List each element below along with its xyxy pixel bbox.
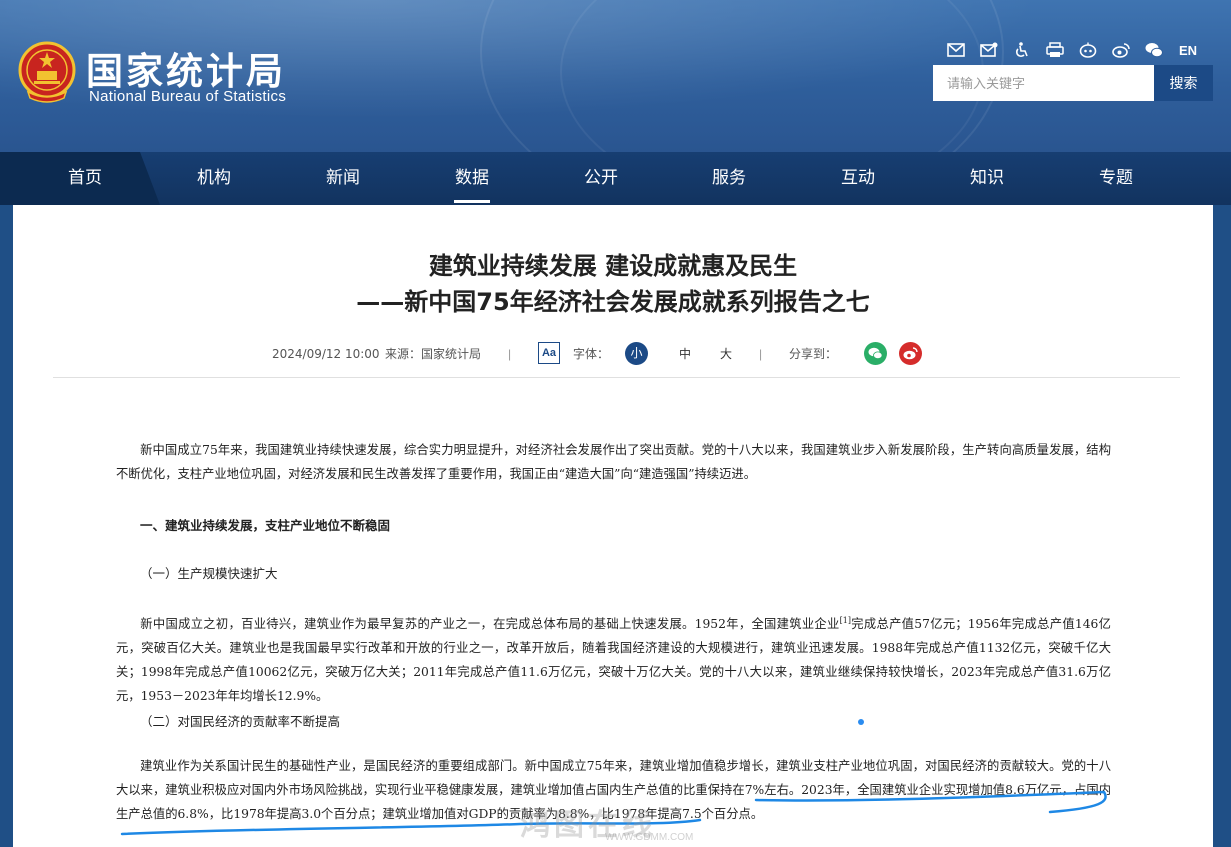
search-button[interactable]: 搜索 [1154, 65, 1213, 101]
mail-icon[interactable] [946, 41, 966, 59]
nav-item-disclosure[interactable]: 公开 [561, 152, 641, 205]
share-label: 分享到： [789, 347, 838, 361]
font-size-large-button[interactable]: 大 [720, 343, 732, 365]
search-input[interactable] [933, 65, 1154, 101]
weibo-icon[interactable] [1111, 41, 1131, 59]
nav-item-knowledge[interactable]: 知识 [947, 152, 1027, 205]
nav-item-data[interactable]: 数据 [432, 152, 512, 205]
language-en-link[interactable]: EN [1179, 43, 1197, 58]
font-size-icon: Aa [538, 342, 560, 364]
nav-item-news[interactable]: 新闻 [303, 152, 383, 205]
meta-separator: | [508, 347, 512, 361]
site-logo-en[interactable]: National Bureau of Statistics [89, 88, 286, 105]
wechat-icon[interactable] [1144, 41, 1164, 59]
article-paragraph: 新中国成立之初，百业待兴，建筑业作为最早复苏的产业之一，在完成总体布局的基础上快… [116, 609, 1111, 708]
nav-item-organization[interactable]: 机构 [174, 152, 254, 205]
national-emblem-icon[interactable] [18, 40, 76, 104]
meta-divider [53, 377, 1180, 378]
print-icon[interactable] [1045, 41, 1065, 59]
nav-item-topics[interactable]: 专题 [1076, 152, 1156, 205]
subsection-heading: （二）对国民经济的贡献率不断提高 [140, 714, 341, 729]
watermark-url: WWW.GDMM.COM [605, 832, 694, 843]
nav-item-interaction[interactable]: 互动 [818, 152, 898, 205]
share-weibo-icon[interactable] [899, 342, 922, 365]
meta-separator: | [759, 347, 763, 361]
accessibility-icon[interactable] [1012, 41, 1032, 59]
annotation-dot [858, 719, 864, 725]
paragraph-text: 新中国成立75年来，我国建筑业持续快速发展，综合实力明显提升，对经济社会发展作出… [116, 443, 1111, 481]
subsection-heading: （一）生产规模快速扩大 [140, 566, 278, 581]
article-paragraph: 新中国成立75年来，我国建筑业持续快速发展，综合实力明显提升，对经济社会发展作出… [116, 438, 1111, 486]
section-heading: 一、建筑业持续发展，支柱产业地位不断稳固 [140, 518, 391, 533]
mailbox-icon[interactable] [979, 41, 999, 59]
share-wechat-icon[interactable] [864, 342, 887, 365]
article-source: 来源：国家统计局 [385, 347, 482, 361]
paragraph-text: 新中国成立之初，百业待兴，建筑业作为最早复苏的产业之一，在完成总体布局的基础上快… [140, 617, 840, 632]
article-title: 建筑业持续发展 建设成就惠及民生 [428, 252, 798, 280]
robot-icon[interactable] [1078, 41, 1098, 59]
footnote-ref[interactable]: [1] [840, 616, 851, 625]
font-size-small-button[interactable]: 小 [625, 342, 648, 365]
font-size-medium-button[interactable]: 中 [679, 343, 691, 365]
header-tools: EN [946, 40, 1197, 60]
header-decoration [560, 0, 984, 152]
font-size-label: 字体： [573, 347, 610, 361]
nav-item-home[interactable]: 首页 [45, 152, 125, 205]
article-date: 2024/09/12 10:00 [272, 347, 380, 361]
nav-item-services[interactable]: 服务 [689, 152, 769, 205]
site-logo-cn[interactable]: 国家统计局 [86, 41, 286, 95]
article-subtitle: ——新中国75年经济社会发展成就系列报告之七 [356, 288, 870, 316]
